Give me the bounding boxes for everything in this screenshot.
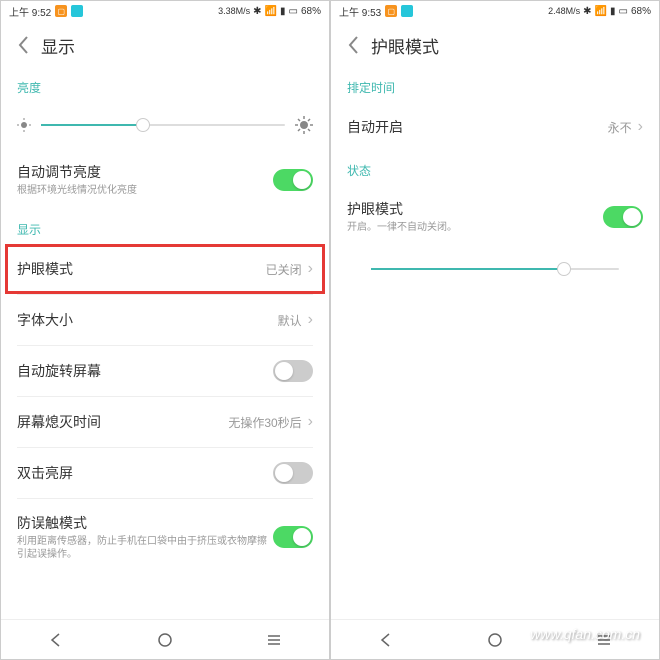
nav-back-button[interactable]: [356, 632, 416, 648]
battery-pct: 68%: [301, 6, 321, 17]
eye-care-row[interactable]: 护眼模式 已关闭 ›: [1, 244, 329, 294]
chevron-right-icon: ›: [308, 260, 313, 278]
eye-mode-label: 护眼模式: [347, 199, 603, 219]
status-icon-circle: [401, 5, 413, 17]
auto-brightness-sublabel: 根据环境光线情况优化亮度: [17, 184, 273, 197]
back-button[interactable]: [17, 35, 29, 55]
section-display: 显示: [1, 211, 329, 244]
wifi-icon: 📶: [595, 6, 607, 17]
auto-brightness-toggle[interactable]: [273, 169, 313, 191]
brightness-high-icon: [295, 116, 313, 134]
bluetooth-icon: ✱: [253, 6, 261, 17]
status-icon-square: ▢: [385, 5, 397, 17]
battery-icon: ▭: [289, 6, 298, 17]
wifi-icon: 📶: [265, 6, 277, 17]
eye-mode-toggle[interactable]: [603, 206, 643, 228]
nav-home-button[interactable]: [465, 632, 525, 648]
font-size-value: 默认: [278, 312, 302, 329]
phone-left: 上午 9:52 ▢ 3.38M/s ✱ 📶 ▮ ▭ 68% 显示 亮度: [0, 0, 330, 660]
eye-mode-row[interactable]: 护眼模式 开启。一律不自动关闭。: [331, 185, 659, 248]
eye-care-label: 护眼模式: [17, 259, 73, 279]
anti-mis-row[interactable]: 防误触模式 利用距离传感器，防止手机在口袋中由于挤压或衣物摩擦引起误操作。: [1, 499, 329, 575]
status-time: 上午 9:52: [9, 4, 51, 19]
double-tap-row[interactable]: 双击亮屏: [1, 448, 329, 498]
status-icon-circle: [71, 5, 83, 17]
auto-rotate-row[interactable]: 自动旋转屏幕: [1, 346, 329, 396]
signal-icon: ▮: [610, 6, 616, 17]
section-status: 状态: [331, 152, 659, 185]
auto-on-label: 自动开启: [347, 117, 403, 137]
chevron-right-icon: ›: [638, 118, 643, 136]
net-speed: 3.38M/s: [218, 6, 250, 16]
anti-mis-toggle[interactable]: [273, 526, 313, 548]
title-bar: 显示: [1, 21, 329, 69]
intensity-slider[interactable]: [371, 268, 619, 270]
status-time: 上午 9:53: [339, 4, 381, 19]
anti-mis-sublabel: 利用距离传感器，防止手机在口袋中由于挤压或衣物摩擦引起误操作。: [17, 535, 273, 561]
brightness-low-icon: [17, 118, 31, 132]
screen-timeout-value: 无操作30秒后: [228, 414, 301, 431]
auto-on-value: 永不: [608, 119, 632, 136]
auto-rotate-toggle[interactable]: [273, 360, 313, 382]
eye-mode-sublabel: 开启。一律不自动关闭。: [347, 221, 603, 234]
brightness-slider[interactable]: [41, 124, 285, 126]
signal-icon: ▮: [280, 6, 286, 17]
font-size-row[interactable]: 字体大小 默认 ›: [1, 295, 329, 345]
title-bar: 护眼模式: [331, 21, 659, 69]
auto-on-row[interactable]: 自动开启 永不 ›: [331, 102, 659, 152]
bluetooth-icon: ✱: [583, 6, 591, 17]
section-schedule: 排定时间: [331, 69, 659, 102]
phone-right: 上午 9:53 ▢ 2.48M/s ✱ 📶 ▮ ▭ 68% 护眼模式 排定时间 …: [330, 0, 660, 660]
nav-recent-button[interactable]: [574, 632, 634, 648]
auto-brightness-label: 自动调节亮度: [17, 162, 273, 182]
section-brightness: 亮度: [1, 69, 329, 102]
chevron-right-icon: ›: [308, 311, 313, 329]
double-tap-toggle[interactable]: [273, 462, 313, 484]
double-tap-label: 双击亮屏: [17, 463, 73, 483]
nav-back-button[interactable]: [26, 632, 86, 648]
brightness-slider-row: [1, 102, 329, 148]
eye-care-value: 已关闭: [266, 261, 302, 278]
page-title: 护眼模式: [371, 33, 439, 58]
anti-mis-label: 防误触模式: [17, 513, 273, 533]
nav-bar: [1, 619, 329, 659]
status-bar: 上午 9:52 ▢ 3.38M/s ✱ 📶 ▮ ▭ 68%: [1, 1, 329, 21]
nav-home-button[interactable]: [135, 632, 195, 648]
page-title: 显示: [41, 33, 75, 58]
back-button[interactable]: [347, 35, 359, 55]
battery-icon: ▭: [619, 6, 628, 17]
font-size-label: 字体大小: [17, 310, 73, 330]
chevron-right-icon: ›: [308, 413, 313, 431]
nav-bar: [331, 619, 659, 659]
status-bar: 上午 9:53 ▢ 2.48M/s ✱ 📶 ▮ ▭ 68%: [331, 1, 659, 21]
screen-timeout-row[interactable]: 屏幕熄灭时间 无操作30秒后 ›: [1, 397, 329, 447]
nav-recent-button[interactable]: [244, 632, 304, 648]
battery-pct: 68%: [631, 6, 651, 17]
intensity-slider-row: [331, 248, 659, 290]
auto-rotate-label: 自动旋转屏幕: [17, 361, 101, 381]
auto-brightness-row[interactable]: 自动调节亮度 根据环境光线情况优化亮度: [1, 148, 329, 211]
net-speed: 2.48M/s: [548, 6, 580, 16]
screen-timeout-label: 屏幕熄灭时间: [17, 412, 101, 432]
status-icon-square: ▢: [55, 5, 67, 17]
